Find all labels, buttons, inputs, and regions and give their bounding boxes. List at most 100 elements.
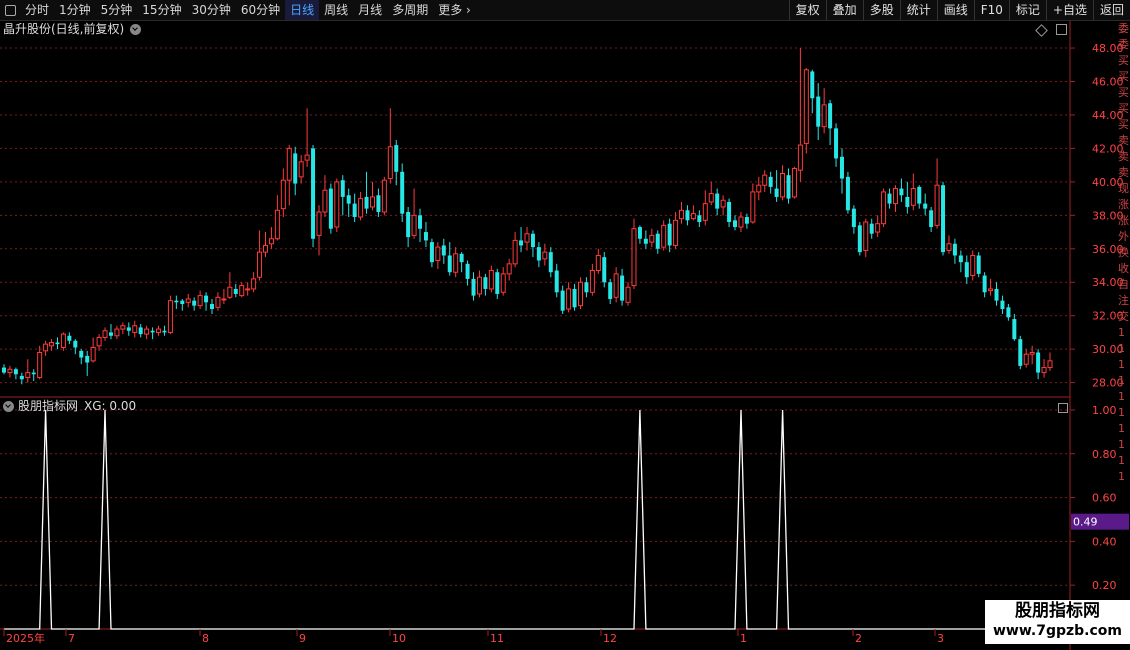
candle-body-down	[845, 176, 850, 211]
candle-body-down	[55, 342, 60, 345]
candle-body-down	[423, 232, 428, 241]
candle-body-up	[803, 69, 809, 144]
period-tab[interactable]: 1分钟	[54, 0, 96, 20]
candle-body-up	[60, 333, 66, 348]
toolbar-button[interactable]: 叠加	[825, 0, 863, 20]
candle-body-down	[727, 201, 732, 223]
chevron-down-icon[interactable]	[130, 23, 142, 35]
candle-body-up	[144, 328, 150, 335]
candle-body-up	[690, 213, 696, 220]
candle-body-up	[589, 270, 595, 293]
toolbar-button[interactable]: 统计	[899, 0, 937, 20]
candle-body-up	[280, 179, 286, 210]
toolbar-button[interactable]: +自选	[1045, 0, 1093, 20]
candle-body-down	[465, 263, 470, 279]
candle-body-up	[649, 234, 655, 243]
indicator-name: 股朋指标网	[18, 399, 79, 413]
candle-body-up	[298, 161, 304, 178]
candle-body-up	[114, 328, 120, 337]
candle-body-up	[500, 273, 506, 293]
period-tab[interactable]: 15分钟	[137, 0, 186, 20]
candle-body-up	[102, 330, 108, 338]
x-tick-label: 7	[68, 632, 75, 645]
candle-body-up	[251, 278, 257, 290]
candle-body-up	[263, 244, 268, 253]
toolbar-button[interactable]: 返回	[1092, 0, 1130, 20]
period-tab[interactable]: 更多 ›	[433, 0, 476, 20]
chart-canvas: 48.0046.0044.0042.0040.0038.0036.0034.00…	[0, 21, 1130, 650]
candle-body-up	[185, 298, 191, 303]
maximize-icon[interactable]	[1056, 24, 1067, 35]
indicator-title: 股朋指标网 XG: 0.00	[3, 398, 136, 414]
candle-body-up	[613, 273, 619, 298]
right-strip-char: 1	[1118, 406, 1125, 419]
candle-body-down	[536, 247, 541, 261]
right-strip-char: 卖	[1118, 134, 1129, 147]
candle-body-down	[982, 275, 987, 293]
x-tick-label: 10	[392, 632, 406, 645]
candle-body-up	[625, 286, 631, 303]
candle-body-up	[369, 196, 375, 208]
period-tab[interactable]: 30分钟	[187, 0, 236, 20]
chevron-down-icon[interactable]	[3, 400, 14, 412]
candle-body-down	[905, 196, 910, 207]
candle-body-down	[917, 186, 922, 204]
right-strip-char: 1	[1118, 326, 1125, 339]
diamond-icon[interactable]	[1035, 24, 1048, 37]
candle-body-down	[715, 193, 720, 209]
candle-body-up	[274, 209, 280, 240]
y-tick-label: 1.00	[1092, 404, 1117, 417]
candle-body-down	[923, 203, 928, 209]
candle-body-up	[595, 254, 601, 272]
menu-icon[interactable]	[0, 0, 20, 20]
candle-body-up	[708, 193, 714, 203]
candle-body-up	[156, 328, 162, 333]
candle-body-down	[418, 215, 423, 229]
current-value-text: 0.49	[1073, 516, 1098, 529]
right-strip-char: 买	[1118, 54, 1129, 67]
candle-body-down	[441, 245, 446, 256]
period-tab[interactable]: 月线	[353, 0, 387, 20]
period-tab[interactable]: 60分钟	[236, 0, 285, 20]
candle-body-down	[328, 188, 333, 229]
right-strip-char: 1	[1118, 390, 1125, 403]
right-strip-char: 外	[1118, 230, 1129, 243]
candle-body-down	[293, 153, 298, 184]
candle-body-up	[387, 146, 393, 180]
toolbar-button[interactable]: 复权	[788, 0, 826, 20]
candle-body-down	[340, 180, 345, 197]
candle-body-down	[744, 217, 749, 224]
candle-body-down	[31, 372, 36, 375]
candle-body-up	[453, 253, 459, 273]
candle-body-up	[946, 243, 952, 251]
chart-title: 晶升股份(日线,前复权)	[3, 21, 142, 37]
candle-body-up	[25, 372, 31, 379]
period-tab[interactable]: 日线	[285, 0, 320, 20]
candle-body-down	[126, 327, 131, 331]
candle-body-up	[875, 223, 881, 233]
candle-body-up	[988, 288, 994, 292]
right-strip-char: 1	[1118, 374, 1125, 387]
period-tab[interactable]: 周线	[319, 0, 353, 20]
right-strip-char: 自	[1118, 278, 1129, 291]
candle-body-down	[548, 252, 553, 273]
period-tab[interactable]: 多周期	[387, 0, 433, 20]
candle-body-down	[887, 193, 892, 204]
candle-body-down	[786, 175, 791, 199]
candle-body-down	[768, 176, 773, 187]
candle-body-down	[620, 275, 625, 301]
candle-body-down	[429, 242, 434, 263]
candle-body-down	[899, 188, 904, 196]
period-tab[interactable]: 分时	[20, 0, 54, 20]
toolbar-button[interactable]: 标记	[1008, 0, 1046, 20]
right-strip-char: 买	[1118, 118, 1129, 131]
indicator-settings-icon[interactable]	[1058, 403, 1068, 413]
candle-body-down	[530, 233, 535, 248]
y-tick-label: 0.20	[1092, 579, 1117, 592]
period-tab[interactable]: 5分钟	[96, 0, 138, 20]
toolbar-button[interactable]: F10	[973, 0, 1009, 20]
candle-body-down	[637, 227, 642, 239]
toolbar-button[interactable]: 多股	[862, 0, 900, 20]
toolbar-button[interactable]: 画线	[936, 0, 974, 20]
right-strip-char: 1	[1118, 422, 1125, 435]
